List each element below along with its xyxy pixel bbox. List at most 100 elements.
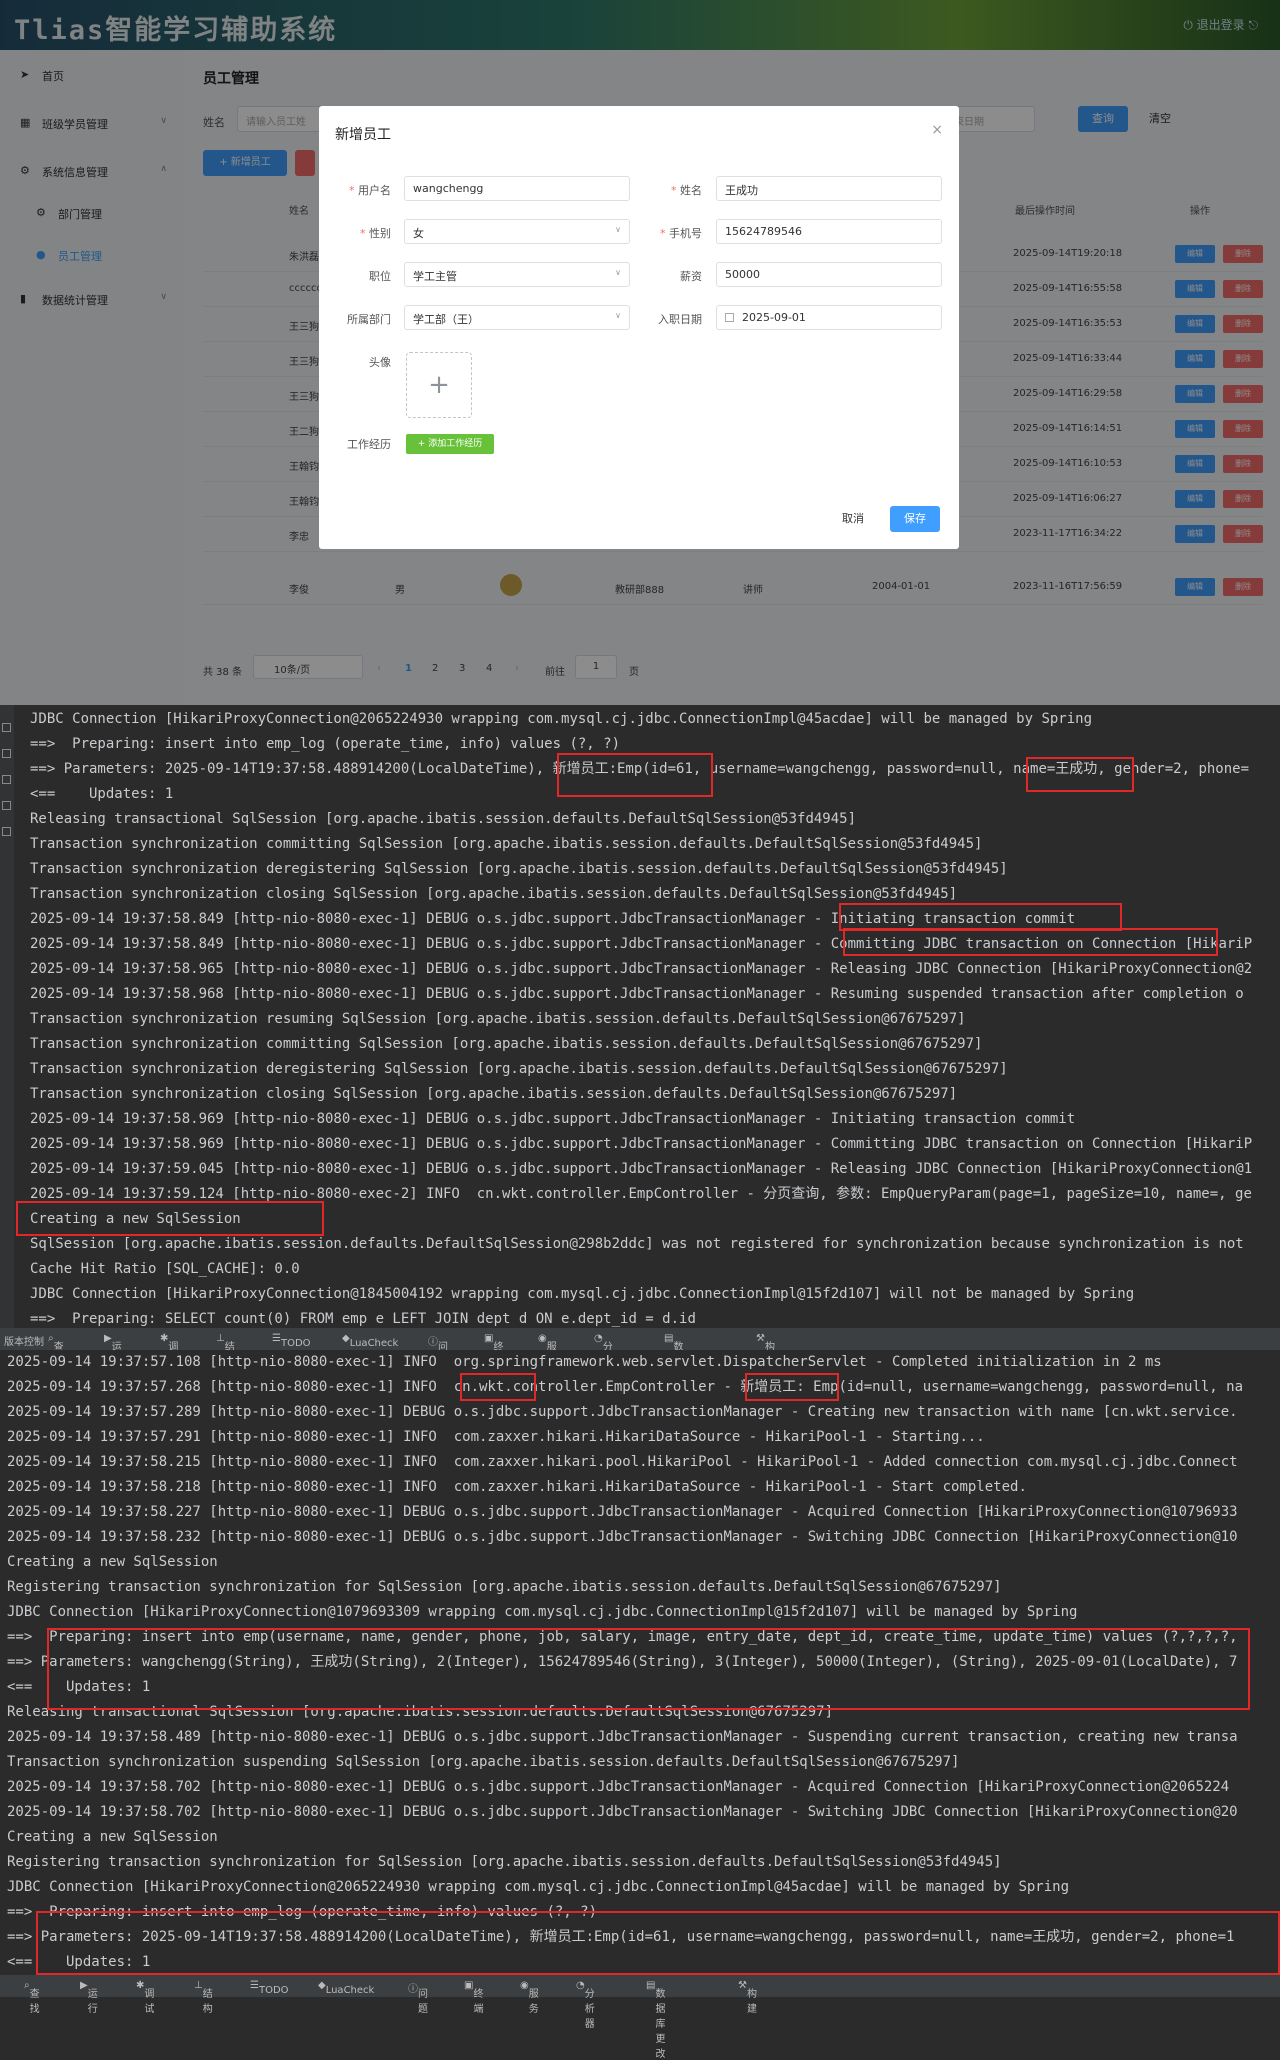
salary-field[interactable]: 50000 — [716, 262, 942, 287]
calendar-icon — [725, 313, 734, 322]
tool-debug[interactable]: ✱ 调试 — [160, 1333, 178, 1368]
log-line: JDBC Connection [HikariProxyConnection@2… — [7, 1879, 1070, 1895]
phone-label: * 手机号 — [660, 227, 702, 240]
console-panel-1: JDBC Connection [HikariProxyConnection@2… — [0, 705, 1280, 1328]
download-icon — [2, 775, 11, 784]
web-app: Tlias智能学习辅助系统 ⏻ 退出登录 ⎋ ➤ 首页 ▦ 班级学员管理 ∨ ⚙ 系统信… — [0, 0, 1280, 705]
log-line: Transaction synchronization committing S… — [30, 1036, 983, 1052]
tool-services[interactable]: ◉ 服务 — [538, 1333, 557, 1368]
log-line: Transaction synchronization deregisterin… — [30, 861, 1008, 877]
entry-date-label: 入职日期 — [658, 313, 702, 326]
log-line: Transaction synchronization closing SqlS… — [30, 1086, 958, 1102]
trash-icon — [2, 827, 11, 836]
tool-db-changes[interactable]: ▤ 数据库更改 — [664, 1333, 683, 1413]
highlight-box — [843, 928, 1218, 956]
tool-find[interactable]: ⌕ 查找 — [48, 1333, 64, 1368]
avatar-label: 头像 — [369, 356, 391, 369]
log-line: Transaction synchronization suspending S… — [7, 1754, 960, 1770]
log-line: Transaction synchronization committing S… — [30, 836, 983, 852]
ide-toolbar-2: ⌕ 查找 ▶ 运行 ✱ 调试 ⊥ 结构 ☰ TODO ◆ LuaCheck ⓘ … — [0, 1975, 1280, 2060]
tool-problems[interactable]: ⓘ 问题 — [408, 1980, 428, 2015]
chevron-down-icon: ∨ — [615, 225, 621, 234]
log-line: Cache Hit Ratio [SQL_CACHE]: 0.0 — [30, 1261, 300, 1277]
name-label: * 姓名 — [671, 184, 702, 197]
tool-structure[interactable]: ⊥ 结构 — [216, 1333, 235, 1368]
add-employee-dialog: 新增员工 × * 用户名 wangchengg * 姓名 王成功 * 性别 女 ∨… — [319, 106, 959, 549]
ide-toolbar-1: 版本控制 ⌕ 查找 ▶ 运行 ✱ 调试 ⊥ 结构 ☰ TODO ◆ LuaChe… — [0, 1328, 1280, 1413]
log-line: Creating a new SqlSession — [7, 1554, 218, 1570]
print-icon — [2, 801, 11, 810]
log-line: 2025-09-14 19:37:58.215 [http-nio-8080-e… — [7, 1454, 1238, 1470]
username-field[interactable]: wangchengg — [404, 176, 630, 201]
log-line: Releasing transactional SqlSession [org.… — [30, 811, 857, 827]
avatar-uploader[interactable]: + — [406, 352, 472, 418]
work-exp-label: 工作经历 — [347, 438, 391, 451]
chevron-down-icon: ∨ — [615, 311, 621, 320]
tool-terminal[interactable]: ▣ 终端 — [464, 1980, 483, 2015]
console-gutter — [0, 705, 14, 1328]
console-panel-2: 2025-09-14 19:37:57.108 [http-nio-8080-e… — [0, 1350, 1280, 1975]
log-line: 2025-09-14 19:37:58.969 [http-nio-8080-e… — [30, 1136, 1253, 1152]
tool-luacheck[interactable]: ◆ LuaCheck — [318, 1980, 374, 1996]
tool-structure[interactable]: ⊥ 结构 — [194, 1980, 213, 2015]
log-line: 2025-09-14 19:37:59.045 [http-nio-8080-e… — [30, 1161, 1253, 1177]
tool-profiler[interactable]: ◔ 分析器 — [594, 1333, 613, 1383]
save-button[interactable]: 保存 — [890, 506, 940, 532]
log-line: 2025-09-14 19:37:57.268 [http-nio-8080-e… — [7, 1379, 1244, 1395]
gender-select[interactable]: 女 ∨ — [404, 219, 630, 244]
entry-date-picker[interactable]: 2025-09-01 — [716, 305, 942, 330]
salary-label: 薪资 — [680, 270, 702, 283]
log-line: 2025-09-14 19:37:58.969 [http-nio-8080-e… — [30, 1111, 1076, 1127]
job-select[interactable]: 学工主管 ∨ — [404, 262, 630, 287]
log-line: 2025-09-14 19:37:57.289 [http-nio-8080-e… — [7, 1404, 1238, 1420]
log-line: <== Updates: 1 — [30, 786, 174, 802]
tool-problems[interactable]: ⓘ 问题 — [428, 1333, 448, 1368]
name-field[interactable]: 王成功 — [716, 176, 942, 201]
tool-run[interactable]: ▶ 运行 — [104, 1333, 122, 1368]
tool-profiler[interactable]: ◔ 分析器 — [576, 1980, 595, 2030]
chevron-down-icon: ∨ — [615, 268, 621, 277]
tool-build[interactable]: ⚒ 构建 — [738, 1980, 757, 2015]
close-icon[interactable]: × — [931, 122, 943, 138]
tool-todo[interactable]: ☰ TODO — [250, 1980, 289, 1996]
job-label: 职位 — [369, 270, 391, 283]
username-label: * 用户名 — [349, 184, 391, 197]
log-line: 2025-09-14 19:37:58.702 [http-nio-8080-e… — [7, 1804, 1238, 1820]
log-line: JDBC Connection [HikariProxyConnection@2… — [30, 711, 1093, 727]
tool-db-changes[interactable]: ▤ 数据库更改 — [646, 1980, 665, 2060]
log-line: ==> Preparing: SELECT count(0) FROM emp … — [30, 1311, 696, 1327]
tool-terminal[interactable]: ▣ 终端 — [484, 1333, 503, 1368]
highlight-box — [36, 1911, 1280, 1975]
tool-build[interactable]: ⚒ 构建 — [756, 1333, 775, 1368]
scroll-icon — [2, 723, 11, 732]
log-line: Registering transaction synchronization … — [7, 1854, 1002, 1870]
tool-services[interactable]: ◉ 服务 — [520, 1980, 539, 2015]
log-line: ==> Preparing: insert into emp_log (oper… — [30, 736, 621, 752]
highlight-box — [557, 753, 713, 797]
log-line: Transaction synchronization deregisterin… — [30, 1061, 1008, 1077]
cancel-button[interactable]: 取消 — [829, 506, 877, 532]
log-line: Registering transaction synchronization … — [7, 1579, 1002, 1595]
tool-find[interactable]: ⌕ 查找 — [24, 1980, 40, 2015]
log-line: 2025-09-14 19:37:58.232 [http-nio-8080-e… — [7, 1529, 1238, 1545]
log-line: 2025-09-14 19:37:58.227 [http-nio-8080-e… — [7, 1504, 1238, 1520]
dept-select[interactable]: 学工部（王） ∨ — [404, 305, 630, 330]
tool-vcs[interactable]: 版本控制 — [4, 1333, 44, 1348]
highlight-box — [1026, 757, 1134, 792]
log-line: 2025-09-14 19:37:57.291 [http-nio-8080-e… — [7, 1429, 985, 1445]
phone-field[interactable]: 15624789546 — [716, 219, 942, 244]
dept-label: 所属部门 — [347, 313, 391, 326]
tool-debug[interactable]: ✱ 调试 — [136, 1980, 154, 2015]
log-line: JDBC Connection [HikariProxyConnection@1… — [30, 1286, 1135, 1302]
log-line: 2025-09-14 19:37:58.489 [http-nio-8080-e… — [7, 1729, 1238, 1745]
add-work-exp-button[interactable]: + 添加工作经历 — [406, 434, 494, 454]
gender-label: * 性别 — [360, 227, 391, 240]
highlight-box — [47, 1628, 1250, 1710]
dialog-title: 新增员工 — [335, 127, 391, 143]
highlight-box — [745, 1373, 839, 1401]
log-line: Creating a new SqlSession — [7, 1829, 218, 1845]
tool-todo[interactable]: ☰ TODO — [272, 1333, 311, 1349]
tool-run[interactable]: ▶ 运行 — [80, 1980, 98, 2015]
log-line: 2025-09-14 19:37:58.218 [http-nio-8080-e… — [7, 1479, 1027, 1495]
tool-luacheck[interactable]: ◆ LuaCheck — [342, 1333, 398, 1349]
